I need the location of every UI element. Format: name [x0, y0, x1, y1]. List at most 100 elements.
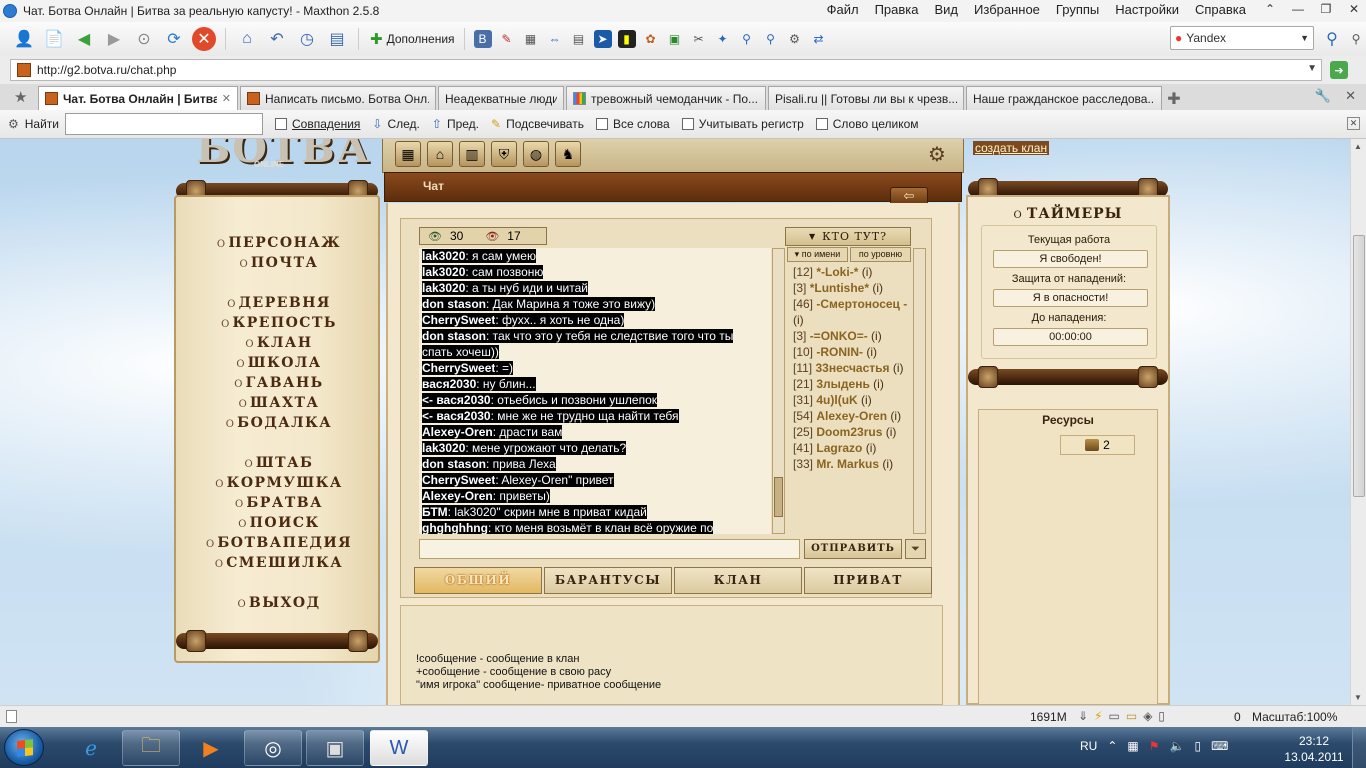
word-icon[interactable]: W [370, 730, 428, 766]
menu-exit[interactable]: Выход [176, 595, 382, 611]
match-checkbox[interactable]: Совпадения [275, 117, 360, 131]
down-icon[interactable]: ⊙ [132, 27, 156, 51]
close-icon[interactable]: ✕ [222, 92, 231, 105]
close-icon[interactable]: ✕ [1347, 117, 1360, 130]
maxthon-icon[interactable]: ◎ [244, 730, 302, 766]
resource-item[interactable]: 2 [1060, 435, 1135, 455]
all-words-checkbox[interactable]: Все слова [595, 117, 670, 131]
gear-icon[interactable]: ⚙ [924, 141, 950, 167]
highlight-button[interactable]: ✎ Подсвечивать [491, 117, 584, 131]
menu-feeder[interactable]: Кормушка [176, 475, 382, 491]
back-icon[interactable]: ◀ [72, 27, 96, 51]
user-entry[interactable]: [46] -Смертоносец - (i) [793, 296, 913, 328]
user-entry[interactable]: [10] -RONIN- (i) [793, 344, 913, 360]
match-case-checkbox[interactable]: Учитывать регистр [681, 117, 804, 131]
find-next-button[interactable]: ⇩ След. [372, 117, 419, 131]
new-tab-button[interactable]: ✚ [1164, 88, 1184, 110]
menu-mail[interactable]: Почта [176, 255, 382, 271]
close-button[interactable]: ✕ [1346, 2, 1362, 16]
user-entry[interactable]: [31] 4u)l(uK (i) [793, 392, 913, 408]
settings-icon[interactable]: ⚙ [786, 30, 804, 48]
send-button[interactable]: ОТПРАВИТЬ [804, 539, 902, 559]
battery-icon[interactable]: ▮ [617, 30, 636, 48]
menu-village[interactable]: Деревня [176, 295, 382, 311]
url-input[interactable]: http://g2.botva.ru/chat.php ▼ [10, 59, 1322, 81]
fortress-icon[interactable]: ▥ [459, 141, 485, 167]
go-button[interactable]: ➜ [1330, 61, 1348, 79]
chevron-down-icon[interactable]: ▼ [1300, 33, 1309, 43]
menu-mine[interactable]: Шахта [176, 395, 382, 411]
user-entry[interactable]: [11] 33несчастья (i) [793, 360, 913, 376]
paint-icon[interactable]: ✿ [642, 30, 660, 48]
menu-favorites[interactable]: Избранное [974, 2, 1040, 17]
minimize-button[interactable]: — [1290, 2, 1306, 16]
show-desktop-button[interactable] [1352, 727, 1366, 768]
maximize-button[interactable]: ❐ [1318, 2, 1334, 16]
horse-icon[interactable]: ♞ [555, 141, 581, 167]
resize-icon[interactable]: ⇔ [546, 30, 564, 48]
page-scrollbar[interactable]: ▲ ▼ [1350, 139, 1366, 705]
device-icon[interactable]: ▯ [1194, 739, 1201, 753]
undo-icon[interactable]: ↶ [265, 27, 289, 51]
page-icon[interactable]: ▯ [1158, 709, 1165, 723]
addons-button[interactable]: ✚ Дополнения [370, 30, 455, 48]
user-entry[interactable]: [33] Mr. Markus (i) [793, 456, 913, 472]
user-entry[interactable]: [3] -=ONKO=- (i) [793, 328, 913, 344]
find-prev-button[interactable]: ⇧ Пред. [432, 117, 479, 131]
layers-icon[interactable]: ◈ [1143, 709, 1152, 723]
menu-groups[interactable]: Группы [1056, 2, 1099, 17]
shield-icon[interactable]: ⛨ [491, 141, 517, 167]
tab-clan[interactable]: Клан [674, 567, 802, 594]
chevron-down-icon[interactable]: ▼ [1307, 63, 1317, 74]
menu-gang[interactable]: Братва [176, 495, 382, 511]
lightning-icon[interactable]: ⚡ [1094, 709, 1102, 723]
filter-icon[interactable]: ⏷ [905, 539, 926, 559]
compass-icon[interactable]: ➤ [593, 30, 612, 48]
keyboard-icon[interactable]: ⌨ [1211, 739, 1228, 753]
forward-icon[interactable]: ▶ [102, 27, 126, 51]
scroll-up-icon[interactable]: ▲ [1354, 142, 1362, 151]
tab-write-letter[interactable]: Написать письмо. Ботва Онл... [240, 86, 436, 110]
user-entry[interactable]: [41] Lagrazo (i) [793, 440, 913, 456]
stop-icon[interactable]: ✕ [192, 27, 216, 51]
ie-icon[interactable]: ℯ [62, 730, 120, 766]
tab-general[interactable]: Общий [414, 567, 542, 594]
menu-settings[interactable]: Настройки [1115, 2, 1179, 17]
sort-by-name-button[interactable]: ▾ по имени [787, 247, 848, 262]
menu-harbor[interactable]: Гавань [176, 375, 382, 391]
zoom-page-icon[interactable]: ⚲ [762, 30, 780, 48]
user-entry[interactable]: [12] *-Loki-* (i) [793, 264, 913, 280]
media-player-icon[interactable]: ▶ [182, 730, 240, 766]
search-options-icon[interactable]: ⚲ [1344, 27, 1366, 51]
user-entry[interactable]: [25] Doom23rus (i) [793, 424, 913, 440]
who-here-header[interactable]: ▼ КТО ТУТ? [785, 227, 911, 246]
new-tab-icon[interactable]: 📄 [42, 27, 66, 51]
find-input[interactable] [65, 113, 264, 135]
menu-file[interactable]: Файл [827, 2, 859, 17]
sort-by-level-button[interactable]: по уровню [850, 247, 911, 262]
menu-jokes[interactable]: Смешилка [176, 555, 382, 571]
tools-icon[interactable]: ✂ [690, 30, 708, 48]
tab-barantus[interactable]: Барантусы [544, 567, 672, 594]
menu-school[interactable]: Школа [176, 355, 382, 371]
menu-wiki[interactable]: Ботвапедия [176, 535, 382, 551]
user-entry[interactable]: [54] Alexey-Oren (i) [793, 408, 913, 424]
tab-private[interactable]: Приват [804, 567, 932, 594]
download-icon[interactable]: ⇓ [1078, 709, 1088, 723]
home-icon[interactable]: ⌂ [235, 27, 259, 51]
image-icon[interactable]: ▣ [666, 30, 684, 48]
chat-message-input[interactable] [419, 539, 800, 559]
protection-button[interactable]: Я в опасности! [993, 289, 1148, 307]
village-icon[interactable]: ⌂ [427, 141, 453, 167]
star-icon[interactable]: ★ [14, 88, 27, 106]
user-entry[interactable]: [3] *Luntishe* (i) [793, 280, 913, 296]
messages-scrollbar[interactable] [772, 248, 785, 534]
sync-icon[interactable]: ⇄ [810, 30, 828, 48]
explorer-icon[interactable]: 🗀 [122, 730, 180, 766]
menu-arena[interactable]: Бодалка [176, 415, 382, 431]
history-icon[interactable]: ◷ [295, 27, 319, 51]
scroll-down-icon[interactable]: ▼ [1354, 693, 1362, 702]
tab-chat[interactable]: Чат. Ботва Онлайн | Битва з... ✕ [38, 86, 238, 110]
map-icon[interactable]: ▦ [395, 141, 421, 167]
create-clan-link[interactable]: создать клан [973, 141, 1050, 155]
